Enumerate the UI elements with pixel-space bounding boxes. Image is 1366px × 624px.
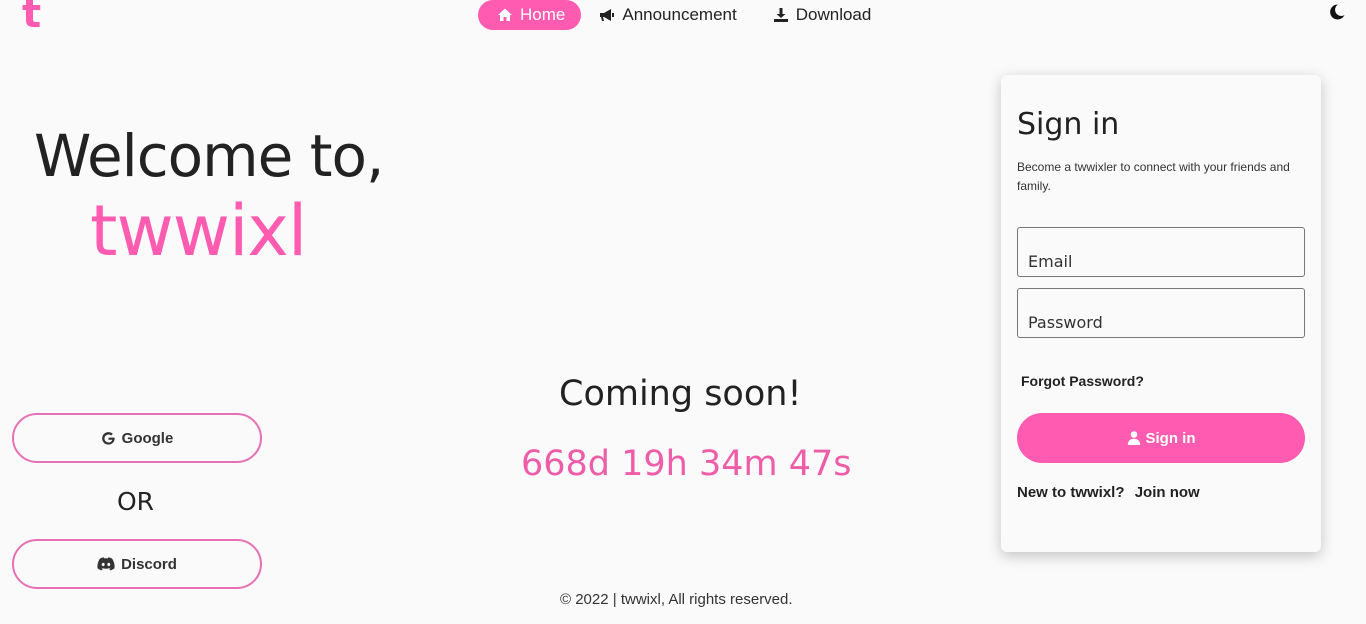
nav-announcement[interactable]: Announcement (581, 0, 754, 30)
signin-button-label: Sign in (1145, 429, 1196, 447)
signin-button[interactable]: Sign in (1017, 413, 1305, 463)
logo[interactable]: t (22, 0, 41, 34)
moon-icon[interactable] (1328, 3, 1346, 21)
user-icon (1127, 431, 1140, 445)
email-field[interactable] (1017, 227, 1305, 277)
welcome-heading: Welcome to, (34, 122, 384, 190)
google-label: Google (121, 429, 174, 447)
page: t Home Announcement Download Welcome to,… (0, 0, 1366, 624)
new-user-prompt: New to twwixl? Join now (1017, 484, 1200, 501)
forgot-password-link[interactable]: Forgot Password? (1021, 373, 1144, 389)
nav-download[interactable]: Download (755, 0, 890, 30)
home-icon (498, 8, 512, 21)
countdown-timer: 668d 19h 34m 47s (521, 444, 852, 484)
google-button[interactable]: Google (12, 413, 262, 463)
or-divider: OR (117, 487, 155, 516)
discord-label: Discord (121, 555, 177, 573)
signin-title: Sign in (1017, 107, 1120, 142)
password-field[interactable] (1017, 288, 1305, 338)
megaphone-icon (600, 9, 615, 21)
footer-copyright: © 2022 | twwixl, All rights reserved. (560, 591, 793, 608)
google-icon (101, 431, 115, 445)
brand-heading: twwixl (90, 190, 307, 272)
discord-button[interactable]: Discord (12, 539, 262, 589)
signin-card: Sign in Become a twwixler to connect wit… (1001, 75, 1321, 552)
nav-announcement-label: Announcement (622, 5, 737, 24)
nav-home-label: Home (520, 5, 566, 24)
new-user-label: New to twwixl? (1017, 484, 1125, 501)
join-now-link[interactable]: Join now (1135, 484, 1200, 501)
nav-download-label: Download (795, 5, 872, 24)
download-icon (773, 8, 788, 22)
discord-icon (97, 557, 115, 571)
coming-soon-heading: Coming soon! (559, 374, 802, 414)
signin-subtitle: Become a twwixler to connect with your f… (1017, 160, 1290, 193)
top-nav: Home Announcement Download (478, 0, 889, 30)
nav-home[interactable]: Home (478, 0, 582, 30)
